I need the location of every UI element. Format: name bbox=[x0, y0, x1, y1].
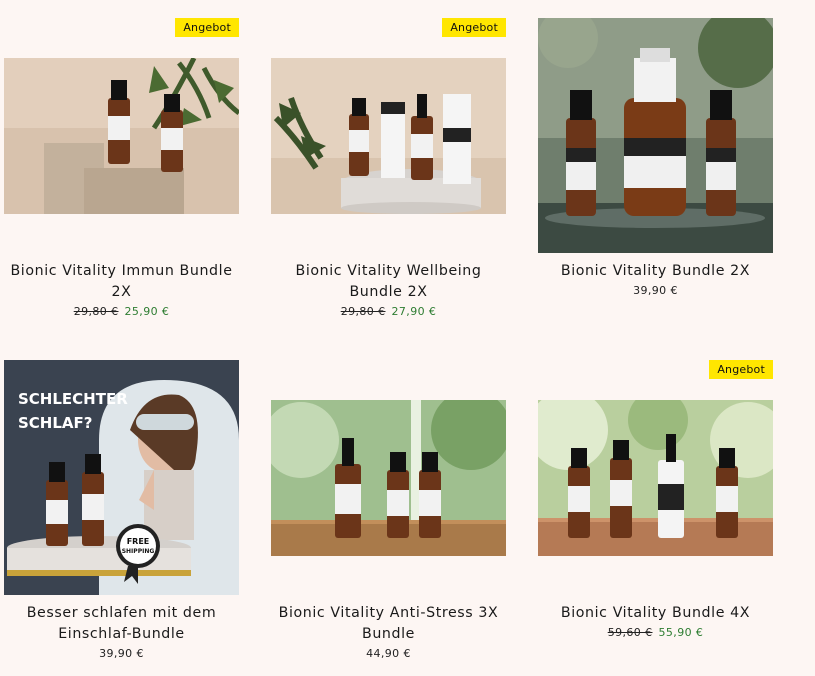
price: 44,90 € bbox=[366, 647, 411, 660]
product-title[interactable]: Besser schlafen mit dem Einschlaf-Bundle bbox=[0, 603, 243, 645]
sale-price: 27,90 € bbox=[391, 305, 437, 318]
product-title[interactable]: Bionic Vitality Wellbeing Bundle 2X bbox=[267, 261, 510, 303]
sale-badge: Angebot bbox=[709, 360, 773, 379]
product-price: 39,90 € bbox=[4, 647, 239, 660]
product-card[interactable]: Bionic Vitality Bundle 2X 39,90 € bbox=[538, 18, 773, 328]
price: 39,90 € bbox=[633, 284, 678, 297]
product-title[interactable]: Bionic Vitality Bundle 4X bbox=[534, 603, 777, 624]
product-image[interactable] bbox=[538, 400, 773, 556]
product-price: 29,80 € 27,90 € bbox=[271, 305, 506, 318]
product-card[interactable]: Angebot Bionic Vitality Wellbeing Bundle… bbox=[271, 18, 506, 328]
product-image[interactable] bbox=[271, 58, 506, 214]
product-image[interactable] bbox=[538, 18, 773, 253]
old-price: 59,60 € bbox=[607, 626, 653, 639]
product-title[interactable]: Bionic Vitality Bundle 2X bbox=[534, 261, 777, 282]
sale-badge: Angebot bbox=[175, 18, 239, 37]
free-shipping-seal-2: SHIPPING bbox=[122, 548, 155, 555]
product-image[interactable] bbox=[271, 400, 506, 556]
product-price: 59,60 € 55,90 € bbox=[538, 626, 773, 639]
product-price: 39,90 € bbox=[538, 284, 773, 297]
price: 39,90 € bbox=[99, 647, 144, 660]
product-image[interactable] bbox=[4, 58, 239, 214]
product-title[interactable]: Bionic Vitality Anti-Stress 3X Bundle bbox=[267, 603, 510, 645]
sale-price: 55,90 € bbox=[658, 626, 704, 639]
old-price: 29,80 € bbox=[340, 305, 386, 318]
sale-price: 25,90 € bbox=[124, 305, 170, 318]
product-price: 44,90 € bbox=[271, 647, 506, 660]
sale-badge: Angebot bbox=[442, 18, 506, 37]
product-title[interactable]: Bionic Vitality Immun Bundle 2X bbox=[0, 261, 243, 303]
product-card[interactable]: Bionic Vitality Anti-Stress 3X Bundle 44… bbox=[271, 360, 506, 670]
free-shipping-seal-1: FREE bbox=[127, 537, 150, 546]
product-card[interactable]: SCHLECHTER SCHLAF? FREE SHIPPING Besser … bbox=[4, 360, 239, 670]
promo-headline-2: SCHLAF? bbox=[18, 414, 92, 432]
product-card[interactable]: Angebot Bionic Vitality Bundle 4X 59,60 … bbox=[538, 360, 773, 670]
product-image[interactable]: SCHLECHTER SCHLAF? FREE SHIPPING bbox=[4, 360, 239, 595]
product-price: 29,80 € 25,90 € bbox=[4, 305, 239, 318]
promo-headline-1: SCHLECHTER bbox=[18, 390, 128, 408]
product-card[interactable]: Angebot Bionic Vitality Immun Bundle 2X … bbox=[4, 18, 239, 328]
old-price: 29,80 € bbox=[73, 305, 119, 318]
